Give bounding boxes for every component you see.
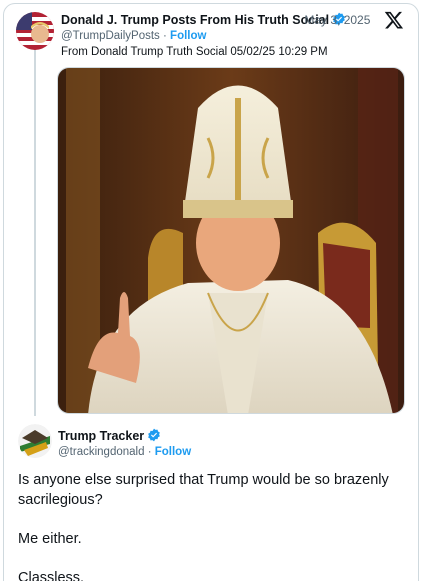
original-handle[interactable]: @TrumpDailyPosts (61, 30, 160, 42)
post-image[interactable] (57, 67, 405, 414)
handle-separator: · (163, 30, 167, 42)
thread-connector-line (34, 48, 36, 416)
verified-badge-icon (147, 428, 161, 445)
reply-handle-line: @trackingdonald · Follow (58, 446, 191, 458)
reply-paragraph: Is anyone else surprised that Trump woul… (18, 472, 389, 508)
reply-display-name[interactable]: Trump Tracker (58, 428, 161, 445)
original-post-avatar[interactable] (16, 12, 54, 50)
original-follow-button[interactable]: Follow (170, 30, 206, 42)
reply-avatar[interactable] (18, 424, 52, 458)
date-separator: · (297, 13, 301, 27)
reply-text: Is anyone else surprised that Trump woul… (18, 470, 408, 581)
reply-paragraph: Me either. (18, 531, 82, 547)
original-post-text: From Donald Trump Truth Social 05/02/25 … (61, 46, 328, 58)
reply-handle[interactable]: @trackingdonald (58, 446, 144, 458)
reply-paragraph: Classless. (18, 570, 85, 581)
original-display-name-text[interactable]: Donald J. Trump Posts From His Truth Soc… (61, 13, 329, 27)
reply-follow-button[interactable]: Follow (155, 446, 191, 458)
handle-separator: · (147, 446, 152, 458)
original-post-handle-line: @TrumpDailyPosts · Follow (61, 30, 206, 42)
original-post-date[interactable]: · May 3, 2025 (297, 13, 370, 27)
x-logo-icon[interactable] (384, 10, 404, 30)
reply-display-name-text[interactable]: Trump Tracker (58, 429, 144, 443)
date-text[interactable]: May 3, 2025 (304, 13, 370, 27)
